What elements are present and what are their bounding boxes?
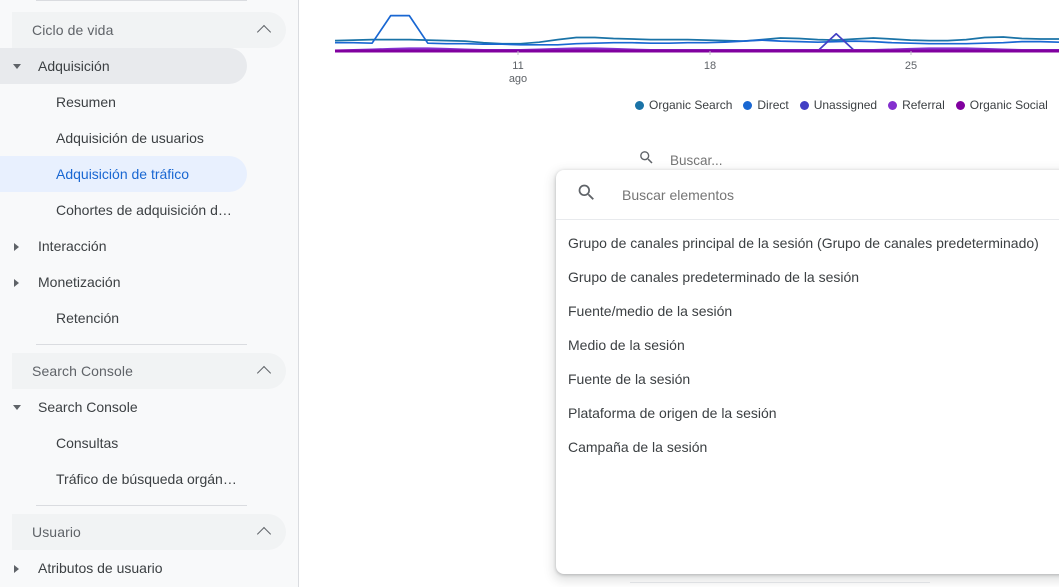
x-tick-label-2: 25: [904, 60, 918, 72]
chart-svg: [334, 14, 1059, 55]
sidebar-section-label: Ciclo de vida: [32, 22, 114, 38]
legend-color-dot: [888, 100, 898, 110]
table-search-input[interactable]: [668, 151, 998, 169]
x-tick-label-1: 18: [703, 60, 717, 72]
dimension-picker-dropdown: Grupo de canales principal de la sesión …: [556, 170, 1059, 574]
legend-label: Organic Social: [969, 98, 1048, 112]
sidebar-item-label: Cohortes de adquisición d…: [56, 202, 232, 218]
dropdown-option-4[interactable]: Fuente de la sesión: [556, 362, 1059, 396]
chevron-up-icon: [258, 525, 272, 539]
sidebar-divider: [36, 505, 247, 506]
sidebar-item-tráfico-de-búsqueda-orgán[interactable]: Tráfico de búsqueda orgán…: [0, 461, 247, 497]
sidebar-item-cohortes-de-adquisición-d[interactable]: Cohortes de adquisición d…: [0, 192, 247, 228]
x-tick-sublabel-0: ago: [508, 73, 528, 85]
sidebar-item-interacción[interactable]: Interacción: [0, 228, 247, 264]
legend-label: Organic Search: [649, 98, 733, 112]
sidebar-item-label: Consultas: [56, 435, 119, 451]
dropdown-option-3[interactable]: Medio de la sesión: [556, 328, 1059, 362]
sidebar-item-adquisición-de-tráfico[interactable]: Adquisición de tráfico: [0, 156, 247, 192]
dropdown-option-6[interactable]: Campaña de la sesión: [556, 430, 1059, 464]
legend-label: Unassigned: [813, 98, 878, 112]
sidebar-item-label: Adquisición: [38, 58, 110, 74]
legend-item-organic-social[interactable]: Organic Social: [955, 98, 1048, 112]
caret-right-icon: [14, 243, 19, 251]
dropdown-option-1[interactable]: Grupo de canales predeterminado de la se…: [556, 260, 1059, 294]
legend-color-dot: [743, 100, 753, 110]
sidebar-item-retención[interactable]: Retención: [0, 300, 247, 336]
dropdown-option-list: Grupo de canales principal de la sesión …: [556, 226, 1059, 464]
caret-down-icon: [13, 64, 21, 69]
sidebar-item-label: Interacción: [38, 238, 107, 254]
sidebar-section-label: Search Console: [32, 363, 134, 379]
primary-sidebar: Ciclo de vida Adquisición Resumen Adquisici…: [0, 0, 299, 587]
sidebar-item-consultas[interactable]: Consultas: [0, 425, 247, 461]
caret-right-icon: [14, 565, 19, 573]
legend-item-organic-search[interactable]: Organic Search: [635, 98, 732, 112]
sidebar-item-label: Adquisición de tráfico: [56, 166, 190, 182]
sidebar-top-divider: [36, 0, 247, 1]
dropdown-option-0[interactable]: Grupo de canales principal de la sesión …: [556, 226, 1059, 260]
dropdown-option-5[interactable]: Plataforma de origen de la sesión: [556, 396, 1059, 430]
search-icon: [638, 149, 655, 171]
legend-item-direct[interactable]: Direct: [743, 98, 789, 112]
sidebar-section-label: Usuario: [32, 524, 81, 540]
caret-right-icon: [14, 279, 19, 287]
sidebar-item-adquisición[interactable]: Adquisición: [0, 48, 247, 84]
traffic-trend-chart: 11 ago 18 25: [300, 0, 1059, 95]
search-icon: [576, 182, 597, 208]
sidebar-item-label: Monetización: [38, 274, 121, 290]
sidebar-item-label: Resumen: [56, 94, 116, 110]
sidebar-section-header-ciclo-de-vida[interactable]: Ciclo de vida: [12, 12, 286, 48]
dropdown-search-input[interactable]: [620, 185, 1020, 204]
legend-item-referral[interactable]: Referral: [888, 98, 945, 112]
sidebar-section-header-search-console[interactable]: Search Console: [12, 353, 286, 389]
sidebar-item-search-console[interactable]: Search Console: [0, 389, 247, 425]
chart-legend: Organic Search Direct Unassigned Referral Or…: [635, 98, 1048, 112]
legend-label: Direct: [757, 98, 789, 112]
caret-down-icon: [13, 405, 21, 410]
legend-item-unassigned[interactable]: Unassigned: [799, 98, 878, 112]
legend-color-dot: [799, 100, 809, 110]
sidebar-item-label: Retención: [56, 310, 120, 326]
analytics-traffic-acquisition-page: Ciclo de vida Adquisición Resumen Adquisici…: [0, 0, 1059, 587]
legend-label: Referral: [902, 98, 945, 112]
dropdown-search-bar[interactable]: [556, 170, 1059, 220]
chevron-up-icon: [258, 23, 272, 37]
sidebar-item-label: Search Console: [38, 399, 138, 415]
legend-color-dot: [955, 100, 965, 110]
x-tick-label-0: 11: [512, 60, 524, 72]
sidebar-section-header-usuario[interactable]: Usuario: [12, 514, 286, 550]
sidebar-item-label: Tráfico de búsqueda orgán…: [56, 471, 237, 487]
sidebar-item-atributos-de-usuario[interactable]: Atributos de usuario: [0, 550, 247, 586]
sidebar-divider: [36, 344, 247, 345]
sidebar-item-monetización[interactable]: Monetización: [0, 264, 247, 300]
sidebar-item-label: Adquisición de usuarios: [56, 130, 204, 146]
sidebar-item-label: Atributos de usuario: [38, 560, 163, 576]
legend-color-dot: [635, 100, 644, 110]
sidebar-item-resumen[interactable]: Resumen: [0, 84, 247, 120]
sidebar-item-adquisición-de-usuarios[interactable]: Adquisición de usuarios: [0, 120, 247, 156]
dropdown-option-2[interactable]: Fuente/medio de la sesión: [556, 294, 1059, 328]
chevron-up-icon: [258, 364, 272, 378]
